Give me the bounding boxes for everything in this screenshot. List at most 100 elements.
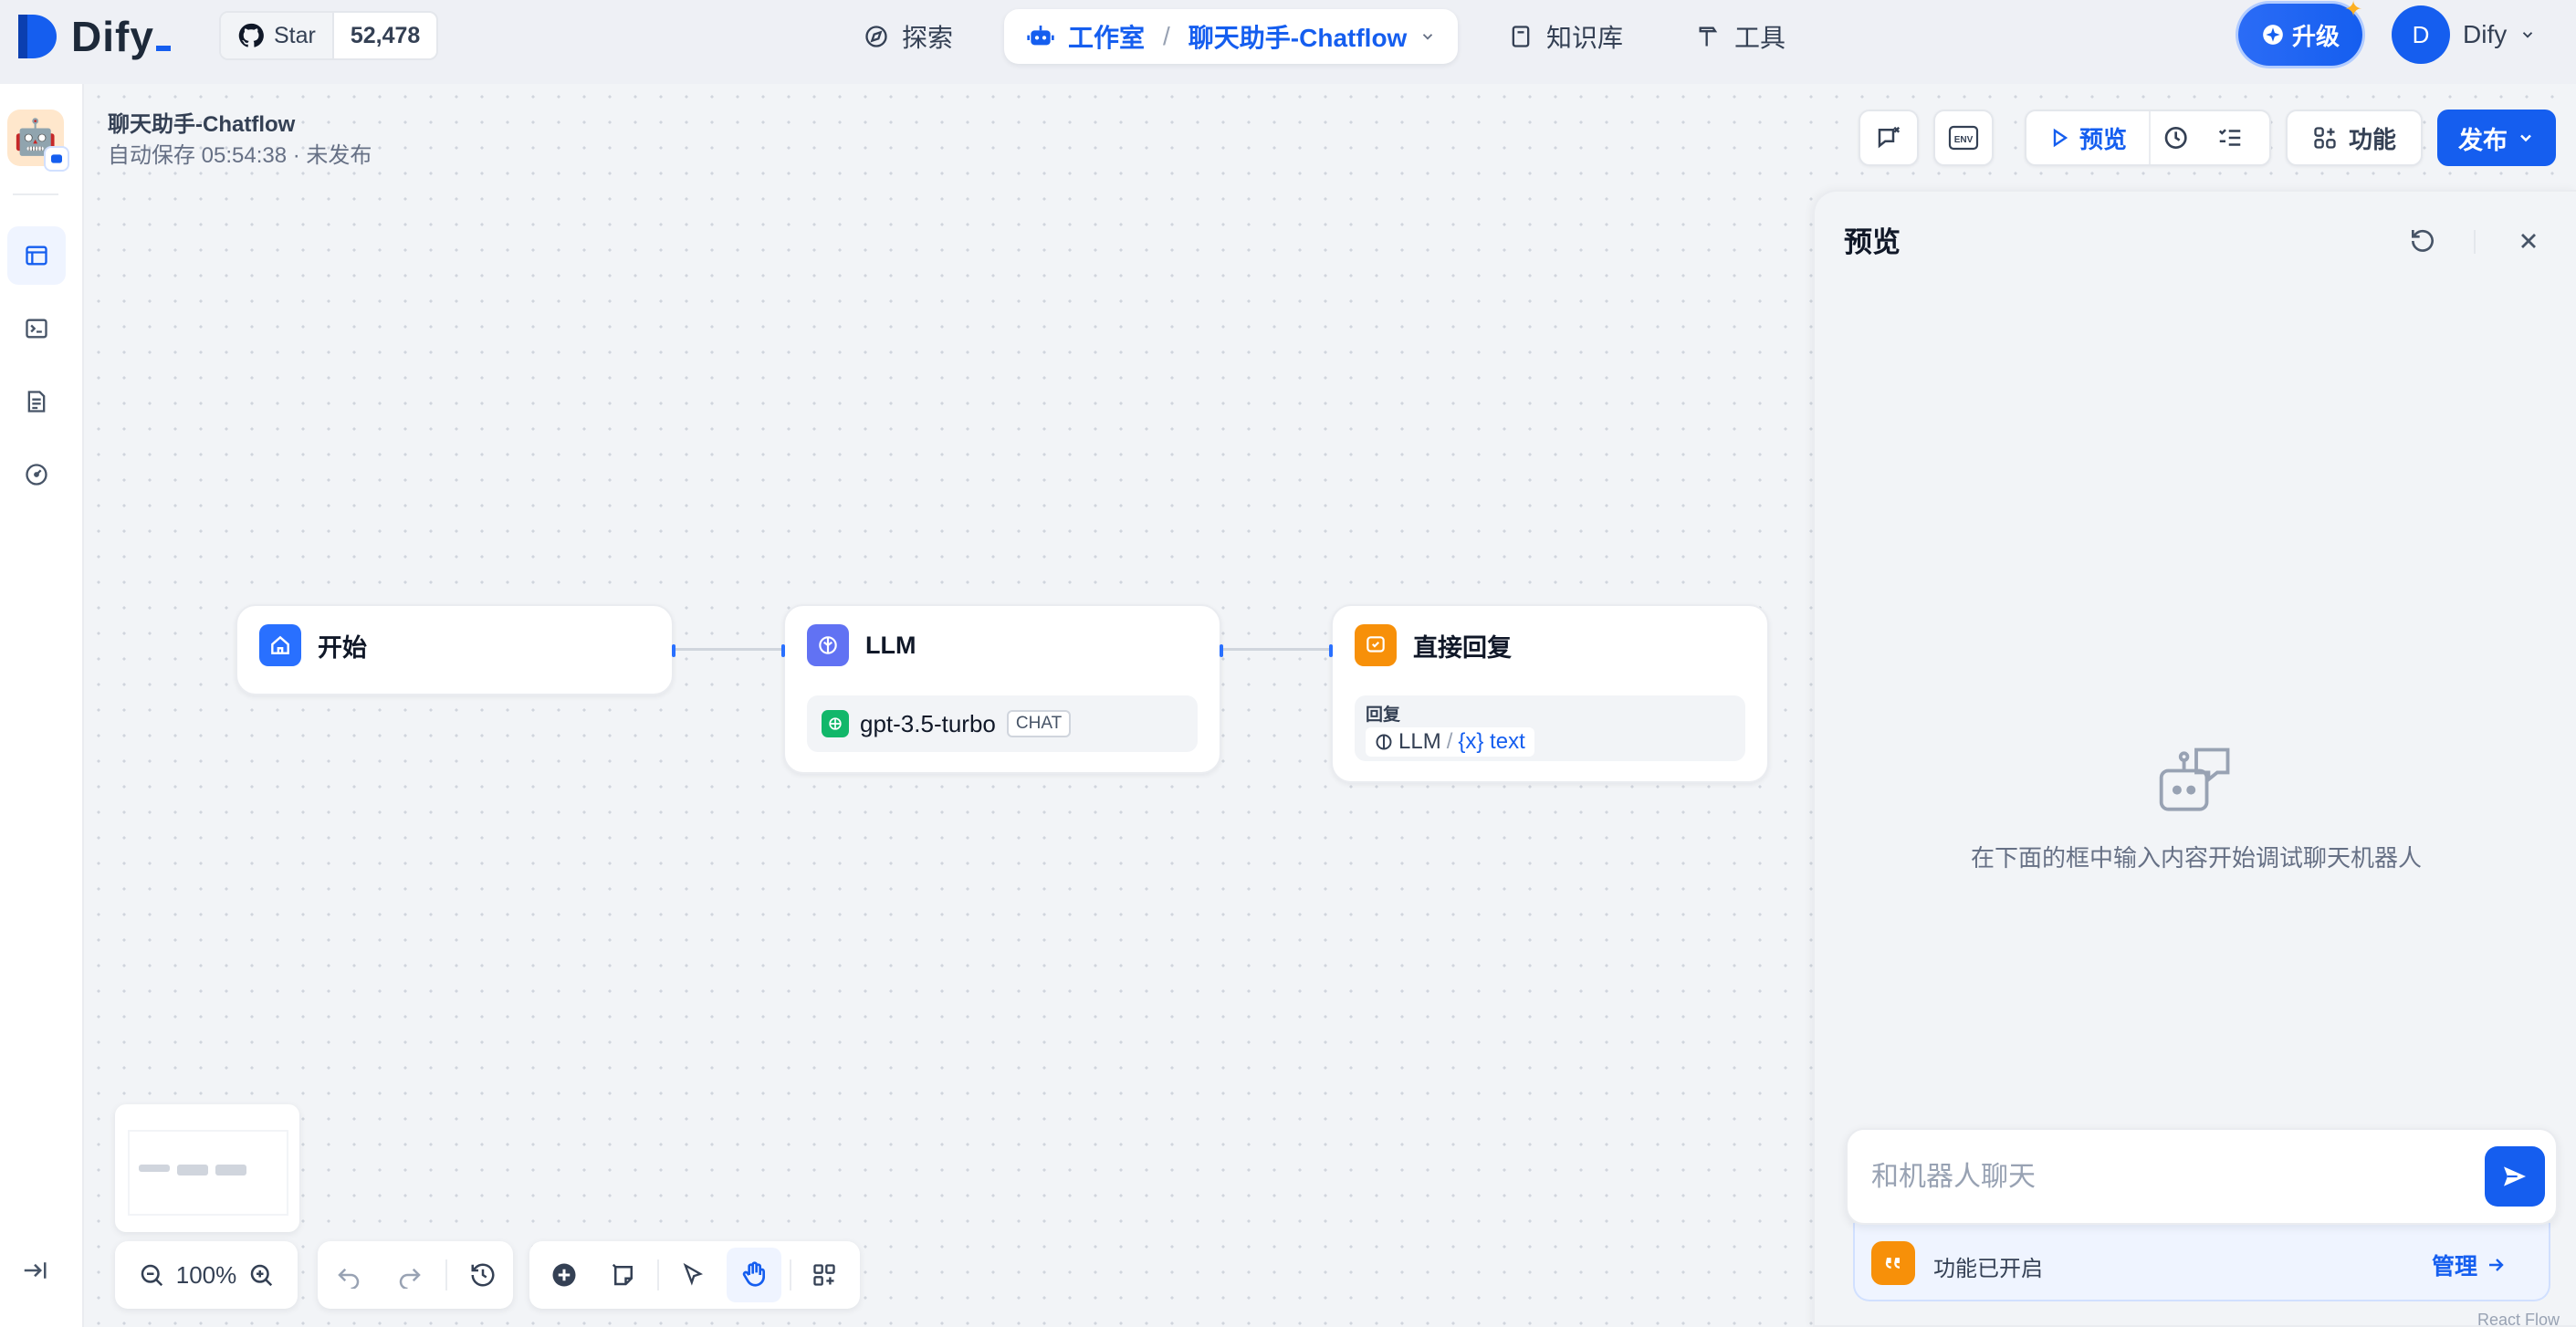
zoom-out-icon bbox=[141, 1264, 163, 1287]
undo-button[interactable] bbox=[323, 1249, 374, 1301]
hammer-icon bbox=[1699, 26, 1718, 47]
react-flow-attribution[interactable]: React Flow bbox=[2477, 1311, 2560, 1327]
output-handle[interactable] bbox=[1220, 644, 1223, 657]
node-llm[interactable]: LLM gpt-3.5-turbo CHAT bbox=[781, 604, 1223, 774]
rail-api[interactable] bbox=[7, 299, 66, 358]
collapse-sidebar-button[interactable] bbox=[18, 1254, 51, 1287]
variable-separator: / bbox=[1446, 729, 1453, 754]
pointer-mode-button[interactable] bbox=[667, 1249, 718, 1301]
llm-small-icon bbox=[1376, 734, 1392, 750]
layout-grid-icon bbox=[813, 1264, 836, 1286]
github-star-count[interactable]: 52,478 bbox=[334, 13, 436, 58]
minimap-node bbox=[139, 1165, 170, 1172]
user-name: Dify bbox=[2463, 20, 2508, 48]
reply-message-icon bbox=[1355, 624, 1397, 666]
organize-nodes-button[interactable] bbox=[799, 1249, 850, 1301]
toolbar-divider bbox=[789, 1259, 791, 1290]
github-star-widget[interactable]: Star 52,478 bbox=[219, 11, 439, 60]
dify-logo[interactable]: Dify bbox=[15, 9, 171, 64]
upgrade-label: 升级 bbox=[2291, 22, 2340, 50]
model-mode-badge: CHAT bbox=[1006, 710, 1072, 737]
chat-input[interactable] bbox=[1871, 1152, 2456, 1203]
redo-button[interactable] bbox=[384, 1249, 435, 1301]
run-history-button[interactable] bbox=[2151, 123, 2204, 152]
chat-input-box bbox=[1846, 1128, 2558, 1225]
cursor-icon bbox=[683, 1262, 703, 1286]
terminal-icon bbox=[26, 319, 47, 339]
header-divider bbox=[2474, 230, 2476, 254]
nav-studio[interactable]: 工作室 / 聊天助手-Chatflow bbox=[1004, 9, 1459, 64]
nav-app-name[interactable]: 聊天助手-Chatflow bbox=[1189, 18, 1408, 55]
input-handle[interactable] bbox=[781, 644, 785, 657]
publish-label: 发布 bbox=[2458, 126, 2508, 154]
quote-icon bbox=[1871, 1241, 1915, 1285]
undo-icon bbox=[337, 1268, 359, 1289]
send-button[interactable] bbox=[2485, 1146, 2545, 1207]
chevron-down-icon[interactable] bbox=[1419, 28, 1436, 45]
nav-explore-label: 探索 bbox=[902, 24, 954, 52]
env-variables-button[interactable]: ENV bbox=[1933, 110, 1994, 166]
zoom-level[interactable]: 100% bbox=[176, 1261, 237, 1290]
user-menu[interactable]: D Dify bbox=[2392, 4, 2536, 66]
node-start[interactable]: 开始 bbox=[236, 604, 675, 695]
checklist-panel-button[interactable] bbox=[2204, 124, 2257, 152]
env-icon: ENV bbox=[1948, 125, 1979, 151]
restart-chat-button[interactable] bbox=[2408, 226, 2437, 260]
openai-icon bbox=[822, 710, 849, 737]
edge-llm-reply[interactable] bbox=[1223, 648, 1331, 651]
model-selector[interactable]: gpt-3.5-turbo CHAT bbox=[807, 695, 1198, 752]
model-name: gpt-3.5-turbo bbox=[860, 709, 996, 737]
github-icon bbox=[238, 23, 264, 47]
breadcrumb-separator: / bbox=[1163, 22, 1170, 50]
book-icon bbox=[1512, 26, 1530, 47]
features-label: 功能 bbox=[2348, 125, 2396, 153]
nav-knowledge[interactable]: 知识库 bbox=[1508, 9, 1623, 64]
robot-icon bbox=[1027, 26, 1054, 46]
node-direct-reply[interactable]: 直接回复 回复 LLM / {x} text bbox=[1329, 604, 1769, 783]
left-rail: 🤖 bbox=[0, 84, 84, 1327]
dify-logo-icon bbox=[18, 15, 57, 58]
redo-icon bbox=[399, 1268, 421, 1289]
minimap-node bbox=[177, 1165, 208, 1175]
app-icon[interactable]: 🤖 bbox=[7, 110, 69, 172]
nav-tools[interactable]: 工具 bbox=[1696, 9, 1785, 64]
rail-orchestrate[interactable] bbox=[7, 226, 66, 285]
edge-start-llm[interactable] bbox=[675, 648, 783, 651]
preview-title: 预览 bbox=[1844, 226, 1901, 258]
input-handle[interactable] bbox=[1329, 644, 1333, 657]
close-icon bbox=[2521, 234, 2536, 248]
nav-explore[interactable]: 探索 bbox=[864, 9, 953, 64]
message-check-icon bbox=[1878, 126, 1901, 149]
add-note-button[interactable] bbox=[598, 1249, 649, 1301]
features-button[interactable]: 功能 bbox=[2286, 110, 2423, 166]
close-preview-button[interactable] bbox=[2516, 228, 2541, 258]
reply-field-label: 回复 bbox=[1366, 705, 1401, 725]
minimap-node bbox=[215, 1165, 246, 1175]
zoom-in-button[interactable] bbox=[236, 1249, 285, 1301]
checklist-button[interactable] bbox=[1859, 110, 1919, 166]
nav-tools-label: 工具 bbox=[1734, 24, 1786, 52]
features-enabled-bar: 功能已开启 管理 bbox=[1853, 1223, 2550, 1301]
gauge-icon bbox=[26, 464, 47, 486]
rail-monitoring[interactable] bbox=[7, 445, 66, 504]
add-node-button[interactable] bbox=[539, 1249, 590, 1301]
preview-button[interactable]: 预览 bbox=[2032, 111, 2152, 164]
node-start-title: 开始 bbox=[318, 633, 367, 662]
hand-mode-button[interactable] bbox=[726, 1248, 781, 1302]
rail-logs[interactable] bbox=[7, 372, 66, 431]
output-handle[interactable] bbox=[672, 644, 675, 657]
nav-knowledge-label: 知识库 bbox=[1546, 24, 1624, 52]
minimap[interactable] bbox=[115, 1104, 299, 1232]
github-star-label: Star bbox=[274, 22, 316, 48]
zoom-in-icon bbox=[250, 1264, 272, 1287]
svg-text:ENV: ENV bbox=[1954, 135, 1974, 145]
github-star-button[interactable]: Star bbox=[221, 13, 334, 58]
manage-features-link[interactable]: 管理 bbox=[2432, 1249, 2507, 1281]
publish-button[interactable]: 发布 bbox=[2437, 110, 2556, 166]
sparkle-badge-icon bbox=[2263, 25, 2283, 45]
version-history-button[interactable] bbox=[457, 1249, 508, 1301]
zoom-out-button[interactable] bbox=[128, 1249, 176, 1301]
nav-studio-label: 工作室 bbox=[1068, 24, 1146, 52]
collapse-arrow-icon bbox=[24, 1262, 47, 1279]
reply-content[interactable]: 回复 LLM / {x} text bbox=[1355, 695, 1745, 761]
